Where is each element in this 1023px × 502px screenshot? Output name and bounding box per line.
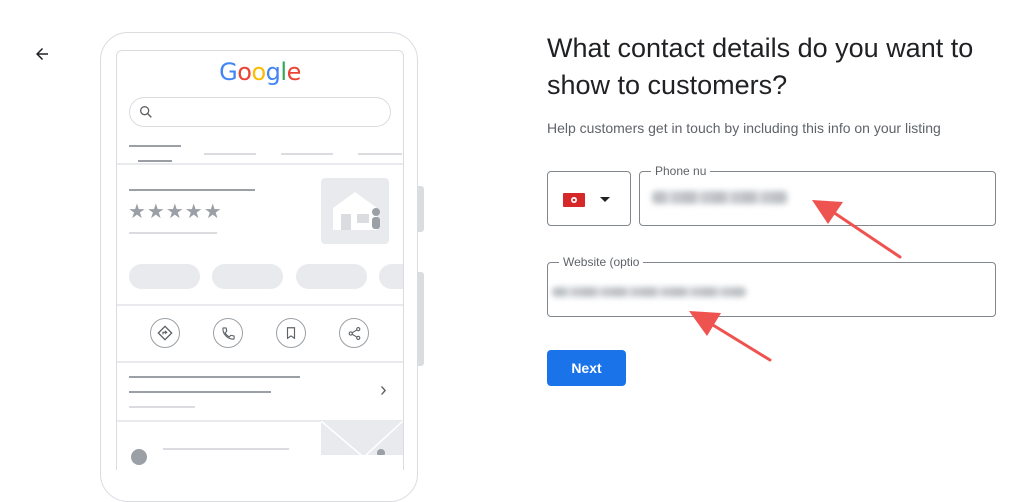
mock-place-icon xyxy=(131,449,147,465)
divider xyxy=(117,304,403,306)
logo-letter: g xyxy=(265,58,281,86)
logo-letter: G xyxy=(219,58,238,86)
divider xyxy=(117,361,403,363)
share-icon xyxy=(339,318,369,348)
mock-text-line xyxy=(129,232,217,234)
website-field[interactable]: Website (optio xyxy=(547,255,996,317)
mock-chip xyxy=(379,264,403,289)
phone-number-label: Phone nu xyxy=(651,164,711,178)
mock-tab-line xyxy=(281,153,333,155)
mock-tab-active xyxy=(138,160,172,162)
back-button[interactable] xyxy=(26,38,58,70)
mock-chip xyxy=(129,264,200,289)
mock-text-line xyxy=(129,406,195,408)
search-icon xyxy=(140,106,152,118)
mock-chip xyxy=(296,264,367,289)
page-title: What contact details do you want to show… xyxy=(547,33,974,100)
mock-text-line xyxy=(129,376,300,378)
logo-letter: o xyxy=(251,58,266,86)
page-subtitle: Help customers get in touch by including… xyxy=(547,120,941,136)
phone-side-button xyxy=(418,186,424,232)
mock-tab-line xyxy=(204,153,256,155)
phone-number-value-redacted xyxy=(652,191,788,204)
dropdown-caret-icon xyxy=(600,197,610,202)
mock-text-line xyxy=(129,391,271,393)
hong-kong-flag-icon xyxy=(563,193,585,207)
logo-letter: e xyxy=(286,58,302,86)
arrow-back-icon xyxy=(36,48,48,60)
mock-text-line xyxy=(129,189,255,191)
phone-number-field[interactable]: Phone nu xyxy=(639,164,996,226)
mock-text-line xyxy=(163,448,289,450)
logo-letter: o xyxy=(237,58,252,86)
chevron-right-icon: › xyxy=(380,379,387,401)
mock-tab-line xyxy=(358,153,402,155)
mock-map-thumbnail xyxy=(320,420,404,457)
website-label: Website (optio xyxy=(559,255,643,269)
business-thumbnail xyxy=(321,178,389,244)
google-logo: Google xyxy=(116,58,404,87)
website-value-redacted xyxy=(552,287,746,297)
next-button[interactable]: Next xyxy=(547,350,626,386)
call-icon xyxy=(213,318,243,348)
mock-search-bar xyxy=(129,97,391,127)
directions-icon xyxy=(150,318,180,348)
phone-side-button xyxy=(418,272,424,366)
country-code-select[interactable] xyxy=(547,171,631,226)
mock-chip xyxy=(212,264,283,289)
divider xyxy=(117,163,403,165)
annotation-arrow xyxy=(689,311,772,362)
rating-stars: ★★★★★ xyxy=(128,201,223,223)
storefront-icon xyxy=(333,192,380,230)
bookmark-icon xyxy=(276,318,306,348)
mock-tab-line xyxy=(129,145,181,147)
